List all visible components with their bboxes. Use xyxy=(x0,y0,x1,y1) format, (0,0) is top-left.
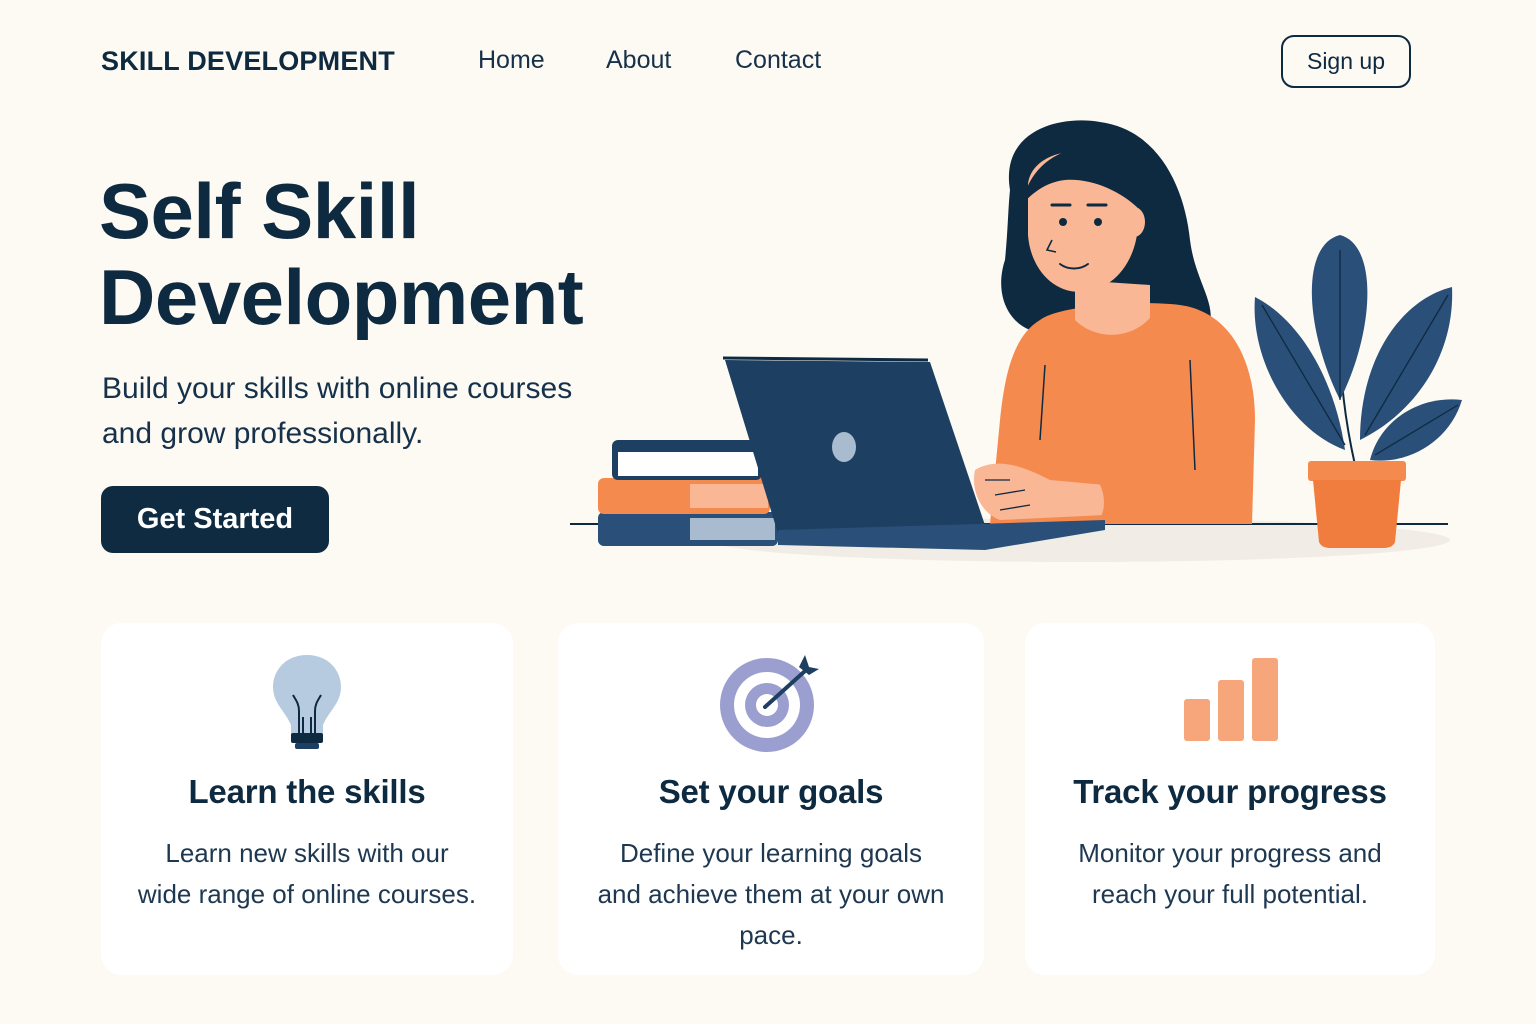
sign-up-button[interactable]: Sign up xyxy=(1281,35,1411,88)
brand-logo[interactable]: SKILL DEVELOPMENT xyxy=(101,46,395,77)
nav-home-link[interactable]: Home xyxy=(478,46,545,75)
feature-description: Learn new skills with our wide range of … xyxy=(101,833,513,915)
target-icon xyxy=(720,655,819,752)
feature-title: Set your goals xyxy=(658,773,884,810)
feature-description-line: and achieve them at your own xyxy=(597,879,945,909)
feature-description-line: pace. xyxy=(739,920,803,950)
feature-card-goals[interactable]: Set your goals Define your learning goal… xyxy=(558,623,984,975)
landing-page: SKILL DEVELOPMENT Home About Contact Sig… xyxy=(0,0,1536,1024)
nav-about-link[interactable]: About xyxy=(606,46,671,75)
feature-card-progress[interactable]: Track your progress Monitor your progres… xyxy=(1025,623,1435,975)
lightbulb-icon xyxy=(273,655,341,749)
bar-chart-icon xyxy=(1184,658,1278,741)
feature-description-line: Define your learning goals xyxy=(619,838,923,868)
feature-description: Monitor your progress and reach your ful… xyxy=(1025,833,1435,915)
feature-card-learn[interactable]: Learn the skills Learn new skills with o… xyxy=(101,623,513,975)
get-started-button[interactable]: Get Started xyxy=(101,486,329,553)
feature-description-line: reach your full potential. xyxy=(1091,879,1369,909)
book-stack xyxy=(598,440,778,546)
potted-plant xyxy=(1254,235,1462,548)
feature-description-line: Learn new skills with our xyxy=(165,838,449,868)
feature-description-line: wide range of online courses. xyxy=(137,879,477,909)
nav-contact-link[interactable]: Contact xyxy=(735,46,821,75)
feature-description: Define your learning goals and achieve t… xyxy=(558,833,984,956)
hero-illustration xyxy=(570,120,1462,562)
feature-title: Learn the skills xyxy=(188,773,426,810)
feature-description-line: Monitor your progress and xyxy=(1078,838,1382,868)
feature-title: Track your progress xyxy=(1073,773,1387,810)
